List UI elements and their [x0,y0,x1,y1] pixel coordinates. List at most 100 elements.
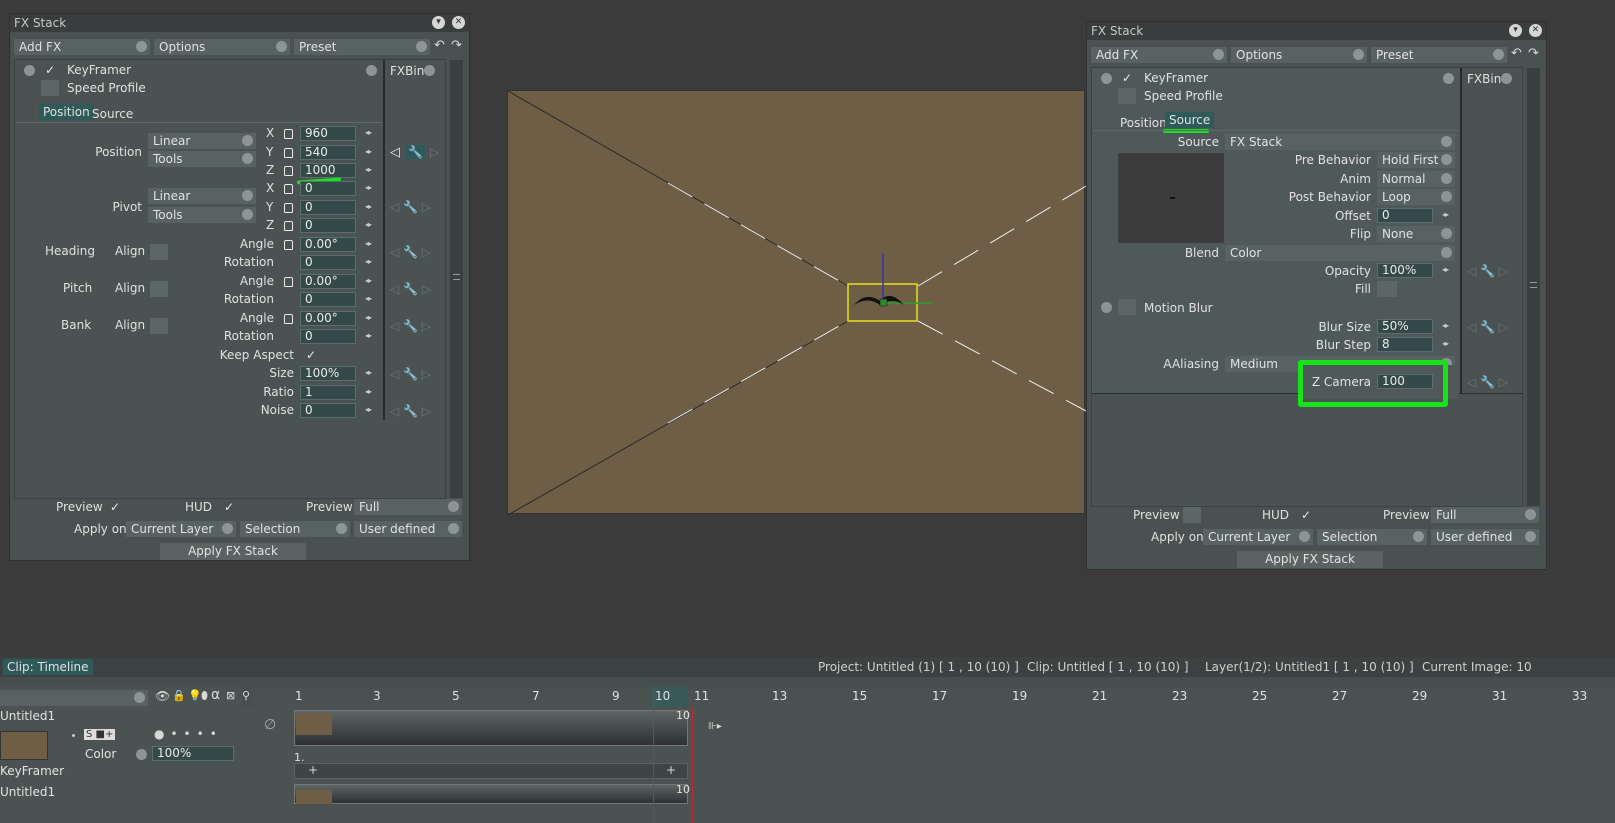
opacity-keyframe-icons[interactable]: ◁ 🔧 ▷ [1467,264,1508,278]
keep-aspect-checkbox[interactable]: ✓ [306,348,316,362]
add-keyframe-icon[interactable]: + [308,763,318,777]
layer1-mode-icons[interactable]: S ■+ [84,729,116,740]
add-keyframe-end-icon[interactable]: + [666,763,676,777]
preset-dropdown[interactable]: Preset [294,39,430,55]
undo-icon[interactable]: ↶ [434,38,445,53]
add-fx-dropdown[interactable]: Add FX [1091,47,1227,63]
size-spin-icon[interactable]: ◂▸ [365,368,372,377]
color-minus-icon[interactable] [136,749,147,760]
pre-behavior-dropdown[interactable]: Hold First [1377,152,1455,168]
options-dropdown[interactable]: Options [1231,47,1367,63]
scrollbar-grip-icon[interactable] [1530,282,1537,288]
bank-rotation-field[interactable]: 0 [300,329,356,344]
tab-position[interactable]: Position [39,104,94,120]
pitch-angle-field[interactable]: 0.00° [300,274,356,289]
grid-icon[interactable]: ⊠ [226,689,235,702]
source-dropdown[interactable]: FX Stack [1225,134,1455,150]
pos-z-lock-icon[interactable] [284,166,293,176]
zcamera-keyframe-icons[interactable]: ◁ 🔧 ▷ [1467,375,1508,389]
layer1-clip-bar[interactable] [294,710,688,746]
pos-x-spin-icon[interactable]: ◂▸ [365,128,372,137]
hud-checkbox[interactable]: ✓ [1301,508,1311,522]
pitch-keyframe-icons[interactable]: ◁ 🔧 ▷ [390,282,431,296]
pos-z-field[interactable]: 1000 [300,163,356,178]
pivot-y-spin-icon[interactable]: ◂▸ [365,202,372,211]
pitch-rotation-field[interactable]: 0 [300,292,356,307]
tab-position[interactable]: Position [1116,115,1171,131]
no-entry-icon[interactable]: ∅ [264,717,276,733]
size-keyframe-icons[interactable]: ◁ 🔧 ▷ [390,367,431,381]
left-panel-titlebar[interactable]: FX Stack ▾ ✕ [10,14,469,32]
pivot-z-lock-icon[interactable] [284,221,293,231]
size-field[interactable]: 100% [300,366,356,381]
pos-y-lock-icon[interactable] [284,148,293,158]
bank-align-checkbox[interactable] [150,318,168,334]
next-keyframe-icon[interactable]: ▷ [430,145,439,159]
noise-spin-icon[interactable]: ◂▸ [365,405,372,414]
pivot-z-field[interactable]: 0 [300,218,356,233]
clip-end-arrow-icon[interactable]: ⊪▸ [708,721,722,732]
preview-quality-dropdown[interactable]: Full [1431,507,1539,523]
eye-icon[interactable]: 👁 [155,689,170,703]
pos-y-spin-icon[interactable]: ◂▸ [365,147,372,156]
noise-field[interactable]: 0 [300,403,356,418]
bank-lock-icon[interactable] [284,314,293,324]
keyframer-track[interactable] [294,763,688,779]
preview-quality-dropdown[interactable]: Full [354,499,462,515]
redo-icon[interactable]: ↷ [451,38,462,53]
blur-step-field[interactable]: 8 [1377,337,1433,352]
position-interp-dropdown[interactable]: Linear [148,133,256,149]
opacity-spin-icon[interactable]: ◂▸ [1442,265,1449,274]
playhead-line[interactable] [653,687,654,823]
pitch-angle-spin-icon[interactable]: ◂▸ [365,276,372,285]
pivot-tools-dropdown[interactable]: Tools [148,207,256,223]
layer1-name[interactable]: Untitled1 [0,709,55,723]
blend-dropdown[interactable]: Color [1225,245,1455,261]
tab-source[interactable]: Source [88,106,137,122]
pos-x-field[interactable]: 960 [300,126,356,141]
apply-fx-stack-button[interactable]: Apply FX Stack [160,543,306,560]
options-dropdown[interactable]: Options [154,39,290,55]
pivot-x-spin-icon[interactable]: ◂▸ [365,183,372,192]
blur-size-spin-icon[interactable]: ◂▸ [1442,321,1449,330]
noise-keyframe-icons[interactable]: ◁ 🔧 ▷ [390,404,431,418]
offset-field[interactable]: 0 [1377,208,1433,223]
flip-dropdown[interactable]: None [1377,226,1455,242]
minimize-icon[interactable]: ▾ [432,16,445,29]
heading-rotation-field[interactable]: 0 [300,255,356,270]
heading-lock-icon[interactable] [284,240,293,250]
ratio-spin-icon[interactable]: ◂▸ [365,387,372,396]
lock-icon[interactable]: 🔒 [172,689,186,702]
pos-z-spin-icon[interactable]: ◂▸ [365,165,372,174]
fx-enabled-checkbox[interactable]: ✓ [1122,71,1132,85]
fxbin-dropdown-icon[interactable] [424,65,435,76]
layer-filter-dropdown[interactable] [0,690,148,706]
heading-keyframe-icons[interactable]: ◁ 🔧 ▷ [390,245,431,259]
blur-size-field[interactable]: 50% [1377,319,1433,334]
search-icon[interactable]: ⚲ [242,689,250,702]
layer2-clip-bar[interactable] [294,784,688,804]
fx-menu-icon[interactable] [366,65,377,76]
close-icon[interactable]: ✕ [452,16,465,29]
layer2-name[interactable]: Untitled1 [0,785,55,799]
collapse-fx-icon[interactable] [24,65,35,76]
undo-icon[interactable]: ↶ [1511,46,1522,61]
wrench-icon[interactable]: 🔧 [406,145,425,159]
tab-source[interactable]: Source [1165,112,1215,128]
blur-size-keyframe-icons[interactable]: ◁ 🔧 ▷ [1467,320,1508,334]
heading-rotation-spin-icon[interactable]: ◂▸ [365,257,372,266]
pivot-interp-dropdown[interactable]: Linear [148,188,256,204]
pivot-keyframe-icons[interactable]: ◁ 🔧 ▷ [390,200,431,214]
offset-spin-icon[interactable]: ◂▸ [1442,210,1449,219]
heading-angle-field[interactable]: 0.00° [300,237,356,252]
pos-x-lock-icon[interactable] [284,129,293,139]
layer1-visibility-dots[interactable]: ●•••• [154,727,223,741]
preview-checkbox[interactable] [1183,507,1201,523]
minimize-icon[interactable]: ▾ [1509,24,1522,37]
pivot-z-spin-icon[interactable]: ◂▸ [365,220,372,229]
redo-icon[interactable]: ↷ [1528,46,1539,61]
scrollbar-grip-icon[interactable] [453,274,460,280]
collapse-fx-icon[interactable] [1101,73,1112,84]
speed-profile-checkbox[interactable] [41,80,59,96]
position-tools-dropdown[interactable]: Tools [148,151,256,167]
